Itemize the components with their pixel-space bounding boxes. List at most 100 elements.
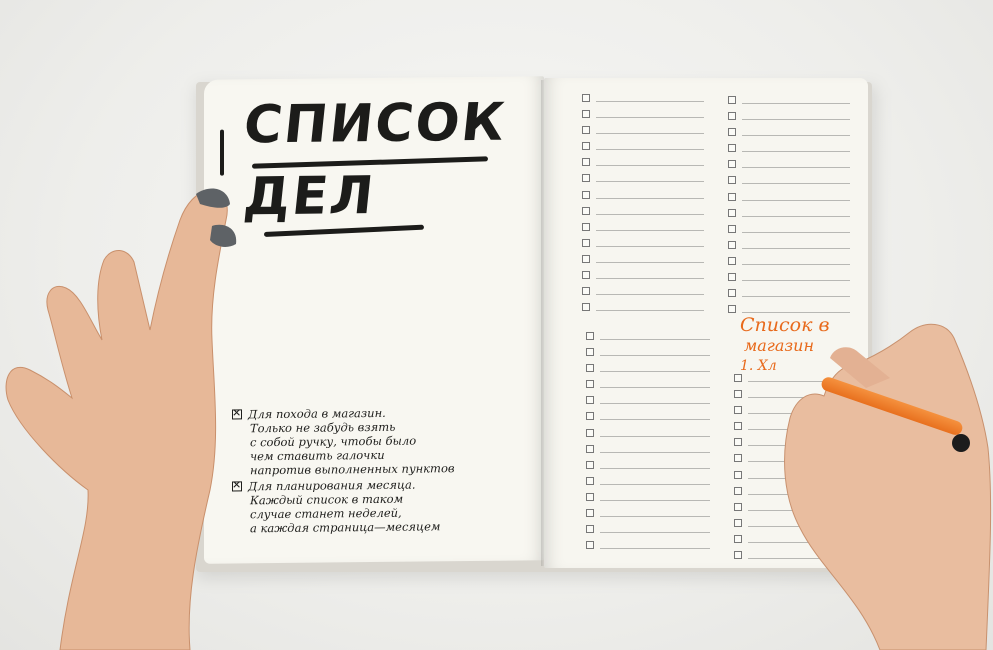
empty-checkbox-icon	[582, 222, 590, 231]
ruled-line	[596, 149, 704, 151]
left-hand	[5, 188, 237, 650]
ruled-line	[600, 371, 710, 373]
empty-checkbox-icon	[586, 380, 594, 389]
ruled-line	[742, 296, 850, 298]
empty-checkbox-icon	[728, 144, 736, 153]
empty-checkbox-icon	[586, 492, 594, 501]
ruled-line	[596, 117, 704, 119]
checklist-row	[728, 237, 850, 253]
checklist-row	[586, 408, 710, 424]
empty-checkbox-icon	[582, 206, 590, 215]
empty-checkbox-icon	[728, 176, 736, 185]
ruled-line	[596, 310, 704, 312]
ruled-line	[596, 101, 704, 102]
empty-checkbox-icon	[728, 273, 736, 282]
ruled-line	[596, 294, 704, 296]
empty-checkbox-icon	[734, 406, 742, 415]
right-hand	[784, 323, 992, 650]
checklist-row	[582, 299, 704, 315]
empty-checkbox-icon	[582, 94, 590, 102]
checklist-row	[728, 269, 850, 285]
checklist-top-right	[728, 92, 850, 317]
empty-checkbox-icon	[728, 289, 736, 298]
empty-checkbox-icon	[582, 126, 590, 135]
ruled-line	[742, 135, 850, 137]
checklist-row	[586, 344, 710, 360]
ruled-line	[742, 151, 850, 153]
empty-checkbox-icon	[734, 374, 742, 382]
empty-checkbox-icon	[586, 364, 594, 373]
empty-checkbox-icon	[734, 502, 742, 511]
checklist-row	[582, 219, 704, 235]
ruled-line	[600, 499, 710, 501]
ruled-line	[600, 532, 710, 534]
checklist-row	[728, 124, 850, 140]
ruled-line	[596, 278, 704, 280]
checklist-row	[728, 285, 850, 301]
ruled-line	[742, 199, 850, 201]
empty-checkbox-icon	[582, 303, 590, 312]
empty-checkbox-icon	[586, 396, 594, 405]
empty-checkbox-icon	[582, 174, 590, 183]
ruled-line	[600, 451, 710, 453]
empty-checkbox-icon	[734, 518, 742, 527]
empty-checkbox-icon	[728, 240, 736, 249]
ruled-line	[596, 181, 704, 183]
note-planning-line-4: а каждая страница—месяцем	[250, 519, 441, 536]
empty-checkbox-icon	[586, 509, 594, 518]
checklist-row	[582, 122, 704, 138]
ruled-line	[742, 167, 850, 169]
ruled-line	[596, 165, 704, 167]
ruled-line	[742, 215, 850, 217]
checklist-row	[582, 170, 704, 186]
ruled-line	[596, 229, 704, 231]
title-line-2: ДЕЛ	[240, 165, 379, 228]
empty-checkbox-icon	[734, 486, 742, 495]
empty-checkbox-icon	[586, 412, 594, 421]
checklist-row	[582, 90, 704, 106]
checklist-row	[728, 92, 850, 108]
checklist-row	[728, 205, 850, 221]
checklist-row	[586, 489, 710, 505]
ruled-line	[742, 247, 850, 249]
checklist-row	[728, 172, 850, 188]
empty-checkbox-icon	[728, 112, 736, 121]
checklist-row	[728, 108, 850, 124]
checklist-row	[728, 189, 850, 205]
checklist-row	[728, 140, 850, 156]
ruled-line	[600, 483, 710, 485]
checklist-row	[728, 221, 850, 237]
ruled-line	[600, 435, 710, 437]
empty-checkbox-icon	[582, 238, 590, 247]
ruled-line	[600, 548, 710, 550]
checklist-row	[582, 283, 704, 299]
empty-checkbox-icon	[734, 470, 742, 479]
empty-checkbox-icon	[586, 444, 594, 453]
ruled-line	[742, 231, 850, 233]
checklist-top-left	[582, 90, 704, 315]
empty-checkbox-icon	[728, 192, 736, 201]
empty-checkbox-icon	[734, 551, 742, 560]
empty-checkbox-icon	[728, 305, 736, 314]
checklist-row	[586, 521, 710, 537]
checklist-row	[586, 505, 710, 521]
pen-cap	[952, 434, 970, 452]
ruled-line	[600, 403, 710, 405]
margin-mark	[220, 129, 224, 176]
empty-checkbox-icon	[734, 438, 742, 447]
checklist-row	[586, 425, 710, 441]
photo-scene: СПИСОК ДЕЛ Для похода в магазин. Только …	[0, 0, 993, 650]
empty-checkbox-icon	[734, 454, 742, 463]
checklist-row	[582, 154, 704, 170]
ruled-line	[596, 197, 704, 199]
ruled-line	[596, 261, 704, 263]
empty-checkbox-icon	[734, 422, 742, 431]
empty-checkbox-icon	[582, 190, 590, 199]
checklist-bottom-left	[586, 328, 710, 553]
ruled-line	[596, 245, 704, 247]
checklist-row	[586, 392, 710, 408]
empty-checkbox-icon	[586, 525, 594, 534]
ruled-line	[600, 355, 710, 357]
empty-checkbox-icon	[728, 96, 736, 104]
empty-checkbox-icon	[582, 271, 590, 280]
